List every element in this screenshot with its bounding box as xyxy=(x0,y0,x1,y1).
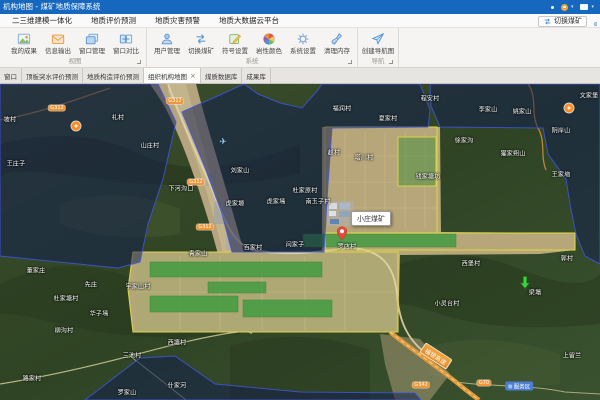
window-menu-icon[interactable] xyxy=(580,4,588,10)
map-marker-green-arrow[interactable] xyxy=(520,275,531,294)
document-tab[interactable]: 顶板突水评价预测 xyxy=(22,68,83,83)
map-marker-orange-circle[interactable] xyxy=(72,122,81,131)
menu-items: 二三维建模一体化 地质评价预测 地质灾害预警 地质大数据云平台 xyxy=(0,15,279,26)
swap-icon xyxy=(184,30,218,47)
broom-icon xyxy=(320,30,354,47)
ribbon-button[interactable]: 清理内存 xyxy=(320,28,354,55)
doc-tabs: 窗口顶板突水评价预测地质构造评价预测组织机构地图×煤质数据库成果库 xyxy=(0,68,271,83)
palette-icon xyxy=(252,30,286,47)
gear-icon xyxy=(286,30,320,47)
ribbon-group-buttons: 用户管理切换煤矿符号设置岩性颜色系统设置清理内存 xyxy=(150,28,354,56)
swap-icon xyxy=(543,17,552,26)
caret-down-icon[interactable]: ▾ xyxy=(591,0,594,14)
map-marker-red-pin[interactable] xyxy=(336,226,348,245)
ribbon-button-label: 符号设置 xyxy=(218,47,252,55)
map-marker-plane[interactable]: ✈ xyxy=(219,130,227,149)
ribbon-group: 我的成果信息输出窗口管理窗口对比视图 xyxy=(4,28,147,67)
document-tab[interactable]: 煤质数据库 xyxy=(201,68,243,83)
user-icon xyxy=(150,30,184,47)
document-tab[interactable]: 组织机构地图× xyxy=(143,68,201,83)
menu-item[interactable]: 二三维建模一体化 xyxy=(12,15,72,26)
ribbon-button-label: 信息输出 xyxy=(41,47,75,55)
group-dialog-launcher-icon[interactable] xyxy=(389,60,393,64)
symbol-edit-icon xyxy=(218,30,252,47)
ribbon-button-label: 我的成果 xyxy=(7,47,41,55)
ribbon-button[interactable]: 窗口管理 xyxy=(75,28,109,55)
ribbon-toolbar: 我的成果信息输出窗口管理窗口对比视图用户管理切换煤矿符号设置岩性颜色系统设置清理… xyxy=(0,28,600,68)
mail-icon xyxy=(41,30,75,47)
ribbon-button[interactable]: 创建导航图 xyxy=(361,28,395,55)
ribbon-button-label: 用户管理 xyxy=(150,47,184,55)
mine-site-buildings xyxy=(327,201,354,226)
ribbon-button[interactable]: 符号设置 xyxy=(218,28,252,55)
satellite-map[interactable] xyxy=(0,84,600,400)
ribbon-button-label: 切换煤矿 xyxy=(184,47,218,55)
ribbon-groups: 我的成果信息输出窗口管理窗口对比视图用户管理切换煤矿符号设置岩性颜色系统设置清理… xyxy=(0,28,399,67)
ribbon-button[interactable]: 窗口对比 xyxy=(109,28,143,55)
ribbon-button-label: 窗口对比 xyxy=(109,47,143,55)
ribbon-button[interactable]: 系统设置 xyxy=(286,28,320,55)
title-bar: 机构地图 - 煤矿地质保障系统 ▾ ▾ xyxy=(0,0,600,14)
ribbon-group-label: 视图 xyxy=(7,56,143,67)
menu-item[interactable]: 地质评价预测 xyxy=(91,15,136,26)
caret-down-icon[interactable]: ▾ xyxy=(571,0,574,14)
mine-panel-north xyxy=(398,137,436,186)
mine-callout[interactable]: 小庄煤矿 xyxy=(351,211,391,226)
partial-user-icon[interactable] xyxy=(591,16,597,26)
windows-icon xyxy=(75,30,109,47)
ribbon-button[interactable]: 用户管理 xyxy=(150,28,184,55)
menu-item[interactable]: 地质灾害预警 xyxy=(155,15,200,26)
navigation-icon xyxy=(361,30,395,47)
switch-mine-button[interactable]: 切换煤矿 xyxy=(538,16,587,27)
ribbon-button[interactable]: 岩性颜色 xyxy=(252,28,286,55)
app-window: { "window": { "title": "机构地图 - 煤矿地质保障系统"… xyxy=(0,0,600,400)
titlebar-controls: ▾ ▾ xyxy=(551,0,594,14)
document-tab-strip: 窗口顶板突水评价预测地质构造评价预测组织机构地图×煤质数据库成果库 xyxy=(0,68,600,84)
menu-item[interactable]: 地质大数据云平台 xyxy=(219,15,279,26)
status-dot-icon xyxy=(551,6,554,9)
map-marker-orange-circle[interactable] xyxy=(565,104,574,113)
ribbon-group-label: 系统 xyxy=(150,56,354,67)
ribbon-button-label: 岩性颜色 xyxy=(252,47,286,55)
window-title: 机构地图 - 煤矿地质保障系统 xyxy=(3,0,100,14)
window-compare-icon xyxy=(109,30,143,47)
ribbon-group-buttons: 我的成果信息输出窗口管理窗口对比 xyxy=(7,28,143,56)
document-tab[interactable]: 窗口 xyxy=(0,68,22,83)
document-tab[interactable]: 地质构造评价预测 xyxy=(83,68,144,83)
ribbon-group: 创建导航图导航 xyxy=(358,28,399,67)
ribbon-button-label: 创建导航图 xyxy=(361,47,395,55)
image-icon xyxy=(7,30,41,47)
ribbon-button-label: 清理内存 xyxy=(320,47,354,55)
document-tab[interactable]: 成果库 xyxy=(242,68,271,83)
ribbon-button-label: 系统设置 xyxy=(286,47,320,55)
map-canvas xyxy=(0,84,600,400)
group-dialog-launcher-icon[interactable] xyxy=(137,60,141,64)
tab-close-icon[interactable]: × xyxy=(190,73,196,79)
ribbon-button[interactable]: 我的成果 xyxy=(7,28,41,55)
ribbon-button-label: 窗口管理 xyxy=(75,47,109,55)
menu-bar: 二三维建模一体化 地质评价预测 地质灾害预警 地质大数据云平台 切换煤矿 xyxy=(0,14,600,28)
ribbon-button[interactable]: 切换煤矿 xyxy=(184,28,218,55)
ribbon-group: 用户管理切换煤矿符号设置岩性颜色系统设置清理内存系统 xyxy=(147,28,358,67)
ribbon-group-buttons: 创建导航图 xyxy=(361,28,395,56)
user-badge-icon[interactable] xyxy=(561,4,568,11)
ribbon-group-label: 导航 xyxy=(361,56,395,67)
menu-right: 切换煤矿 xyxy=(538,16,597,27)
group-dialog-launcher-icon[interactable] xyxy=(348,60,352,64)
ribbon-button[interactable]: 信息输出 xyxy=(41,28,75,55)
